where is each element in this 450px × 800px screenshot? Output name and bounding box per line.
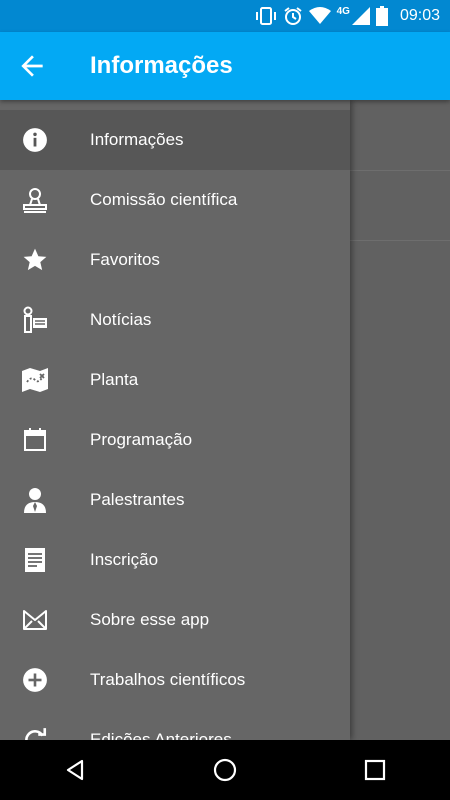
list-divider: [350, 170, 450, 171]
drawer-item-comissao[interactable]: Comissão científica: [0, 170, 350, 230]
circle-home-icon: [213, 758, 237, 782]
nav-recents-button[interactable]: [355, 750, 395, 790]
nav-home-button[interactable]: [205, 750, 245, 790]
drawer-item-label: Comissão científica: [90, 190, 238, 209]
app-bar: Informações: [0, 32, 450, 100]
document-icon: [17, 546, 53, 574]
calendar-icon: [17, 426, 53, 454]
vibrate-icon: [255, 7, 276, 25]
drawer-item-palestrantes[interactable]: Palestrantes: [0, 470, 350, 530]
star-icon: [17, 246, 53, 274]
drawer-item-label: Planta: [90, 370, 139, 389]
drawer-item-programacao[interactable]: Programação: [0, 410, 350, 470]
speaker-icon: [17, 486, 53, 514]
drawer-item-label: Trabalhos científicos: [90, 670, 246, 689]
nav-back-button[interactable]: [55, 750, 95, 790]
drawer-item-planta[interactable]: Planta: [0, 350, 350, 410]
drawer-item-label: Programação: [90, 430, 193, 449]
drawer-item-informacoes[interactable]: Informações: [0, 110, 350, 170]
drawer-item-edicoes[interactable]: Edições Anteriores: [0, 710, 350, 740]
triangle-back-icon: [66, 759, 84, 781]
drawer-item-label: Palestrantes: [90, 490, 185, 509]
drawer-item-trabalhos[interactable]: Trabalhos científicos: [0, 650, 350, 710]
battery-icon: [375, 6, 388, 26]
reporter-icon: [17, 306, 53, 334]
drawer-item-label: Favoritos: [90, 250, 160, 269]
add-circle-icon: [17, 666, 53, 694]
page-title: Informações: [90, 52, 233, 79]
back-button[interactable]: [16, 50, 48, 82]
drawer-item-noticias[interactable]: Notícias: [0, 290, 350, 350]
drawer-item-label: Notícias: [90, 310, 152, 329]
alarm-icon: [284, 7, 302, 25]
info-icon: [17, 126, 53, 154]
drawer-item-favoritos[interactable]: Favoritos: [0, 230, 350, 290]
drawer-item-label: Inscrição: [90, 550, 159, 569]
status-time: 09:03: [399, 7, 440, 24]
navigation-drawer: Informações Comissão científica Favorito…: [0, 100, 350, 740]
status-bar: 4G 09:03: [0, 0, 450, 32]
map-icon: [17, 366, 53, 394]
drawer-item-sobre[interactable]: Sobre esse app: [0, 590, 350, 650]
drawer-item-label: Informações: [90, 130, 184, 149]
system-nav-bar: [0, 740, 450, 800]
drawer-item-label: Sobre esse app: [90, 610, 210, 629]
refresh-icon: [17, 726, 53, 740]
wifi-icon: [308, 7, 331, 24]
envelope-icon: [17, 606, 53, 634]
status-icons: 4G 09:03: [255, 0, 440, 32]
network-type: 4G: [336, 5, 350, 17]
signal-icon: [351, 7, 370, 25]
drawer-item-label: Edições Anteriores: [90, 730, 232, 740]
list-divider: [350, 240, 450, 241]
drawer-item-inscricao[interactable]: Inscrição: [0, 530, 350, 590]
square-recents-icon: [364, 759, 386, 781]
arrow-back-icon: [21, 55, 43, 77]
stamp-icon: [17, 186, 53, 214]
